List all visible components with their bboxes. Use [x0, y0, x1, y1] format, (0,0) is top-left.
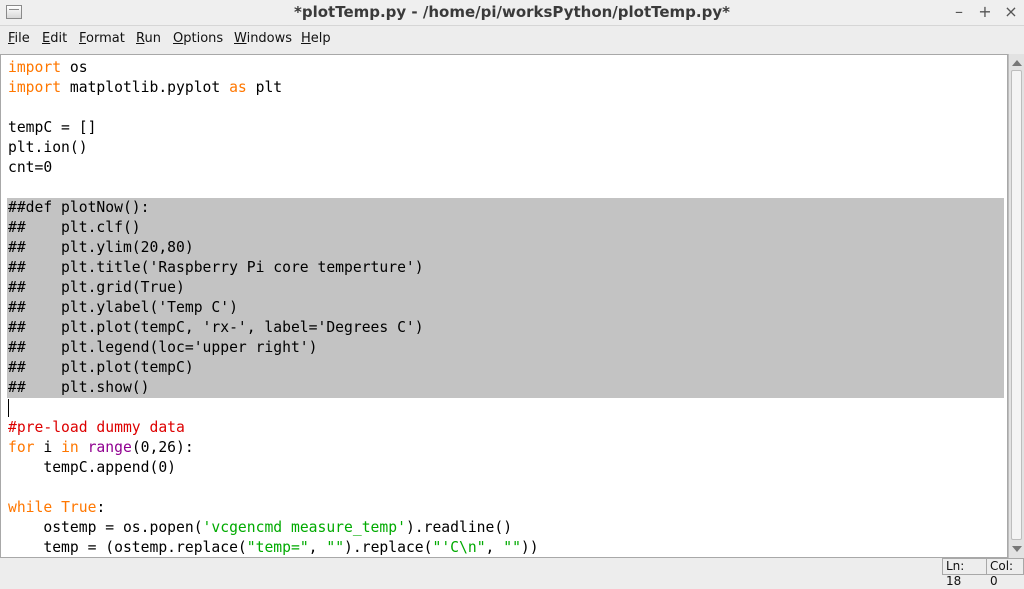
- code-line: import matplotlib.pyplot as plt: [8, 78, 1004, 98]
- window-controls: – + ×: [952, 2, 1018, 22]
- keyword: while: [8, 499, 53, 516]
- code-token: ).replace(: [344, 539, 433, 556]
- menu-help-label: elp: [310, 31, 331, 46]
- text-cursor: [8, 399, 9, 417]
- code-token: ).readline(): [405, 519, 513, 536]
- column-number-status: Col: 0: [986, 558, 1024, 588]
- code-line: tempC = []: [8, 119, 97, 136]
- menu-options[interactable]: Options: [173, 31, 223, 46]
- vertical-scrollbar[interactable]: [1008, 54, 1024, 558]
- selected-code-line: ## plt.ylim(20,80): [7, 238, 1004, 258]
- selected-code-line: ## plt.plot(tempC): [7, 358, 1004, 378]
- code-token: )): [520, 539, 539, 556]
- scroll-up-arrow-icon[interactable]: [1012, 60, 1022, 66]
- keyword: True: [61, 499, 97, 516]
- code-token: matplotlib.pyplot: [61, 79, 230, 96]
- menu-options-label: ptions: [183, 31, 224, 46]
- comment-line: #pre-load dummy data: [8, 419, 185, 436]
- selected-code-line: ##def plotNow():: [7, 198, 1004, 218]
- keyword: import: [8, 79, 62, 96]
- string-literal: "'C\n": [432, 539, 486, 556]
- code-line: temp = (ostemp.replace("temp=", "").repl…: [8, 538, 1004, 557]
- code-line: cnt=0: [8, 159, 53, 176]
- code-token: temp = (ostemp.replace(: [8, 539, 247, 556]
- code-token: ,: [485, 539, 504, 556]
- menu-edit-mnemonic: E: [42, 31, 51, 46]
- code-line: for i in range(0,26):: [8, 438, 1004, 458]
- selected-code-line: ## plt.title('Raspberry Pi core tempertu…: [7, 258, 1004, 278]
- menu-file[interactable]: File: [8, 31, 30, 46]
- keyword: for: [8, 439, 35, 456]
- code-token: os: [61, 59, 88, 76]
- menu-format-label: ormat: [86, 31, 125, 46]
- menu-format-mnemonic: F: [79, 31, 87, 46]
- code-token: ,: [308, 539, 327, 556]
- scrollbar-thumb[interactable]: [1011, 70, 1022, 540]
- code-token: ostemp = os.popen(: [8, 519, 203, 536]
- keyword: import: [8, 59, 62, 76]
- code-line: plt.ion(): [8, 139, 88, 156]
- builtin: range: [87, 439, 132, 456]
- menu-help[interactable]: Help: [301, 31, 331, 46]
- menu-edit-label: dit: [50, 31, 68, 46]
- menu-windows-mnemonic: W: [234, 31, 247, 46]
- maximize-button[interactable]: +: [978, 2, 992, 22]
- code-line: tempC.append(0): [8, 459, 177, 476]
- code-editor[interactable]: import os import matplotlib.pyplot as pl…: [0, 54, 1008, 558]
- selected-code-line: ## plt.ylabel('Temp C'): [7, 298, 1004, 318]
- code-line: while True:: [8, 498, 1004, 518]
- menu-options-mnemonic: O: [173, 31, 184, 46]
- menu-edit[interactable]: Edit: [42, 31, 67, 46]
- selected-code-line: ## plt.clf(): [7, 218, 1004, 238]
- line-number-status: Ln: 18: [942, 558, 987, 588]
- scroll-down-arrow-icon[interactable]: [1012, 546, 1022, 552]
- menu-bar: File Edit Format Run Options Windows Hel…: [0, 26, 1024, 52]
- status-bar: Ln: 18 Col: 0: [0, 558, 1024, 588]
- menu-help-mnemonic: H: [301, 31, 311, 46]
- code-token: (0,26):: [131, 439, 194, 456]
- selected-code-line: ## plt.show(): [7, 378, 1004, 398]
- selected-code-line: ## plt.plot(tempC, 'rx-', label='Degrees…: [7, 318, 1004, 338]
- close-button[interactable]: ×: [1004, 2, 1018, 22]
- menu-file-label: ile: [14, 31, 30, 46]
- title-bar: *plotTemp.py - /home/pi/worksPython/plot…: [0, 0, 1024, 26]
- menu-run-label: un: [144, 31, 161, 46]
- selected-code-line: ## plt.grid(True): [7, 278, 1004, 298]
- keyword: as: [229, 79, 247, 96]
- keyword: in: [61, 439, 79, 456]
- minimize-button[interactable]: –: [952, 2, 966, 22]
- code-token: i: [34, 439, 62, 456]
- code-token: plt: [246, 79, 283, 96]
- menu-windows-label: indows: [246, 31, 293, 46]
- code-token: :: [96, 499, 106, 516]
- string-literal: "": [503, 539, 521, 556]
- string-literal: "": [326, 539, 345, 556]
- code-line: import os: [8, 58, 1004, 78]
- string-literal: 'vcgencmd measure_temp': [202, 519, 406, 536]
- string-literal: "temp=": [246, 539, 309, 556]
- selected-code-line: ## plt.legend(loc='upper right'): [7, 338, 1004, 358]
- code-line: ostemp = os.popen('vcgencmd measure_temp…: [8, 518, 1004, 538]
- menu-windows[interactable]: Windows: [234, 31, 292, 46]
- code-text[interactable]: import os import matplotlib.pyplot as pl…: [7, 58, 1004, 557]
- window-title: *plotTemp.py - /home/pi/worksPython/plot…: [294, 3, 730, 21]
- menu-run[interactable]: Run: [136, 31, 161, 46]
- code-line-cursor: [8, 398, 1004, 418]
- menu-format[interactable]: Format: [79, 31, 125, 46]
